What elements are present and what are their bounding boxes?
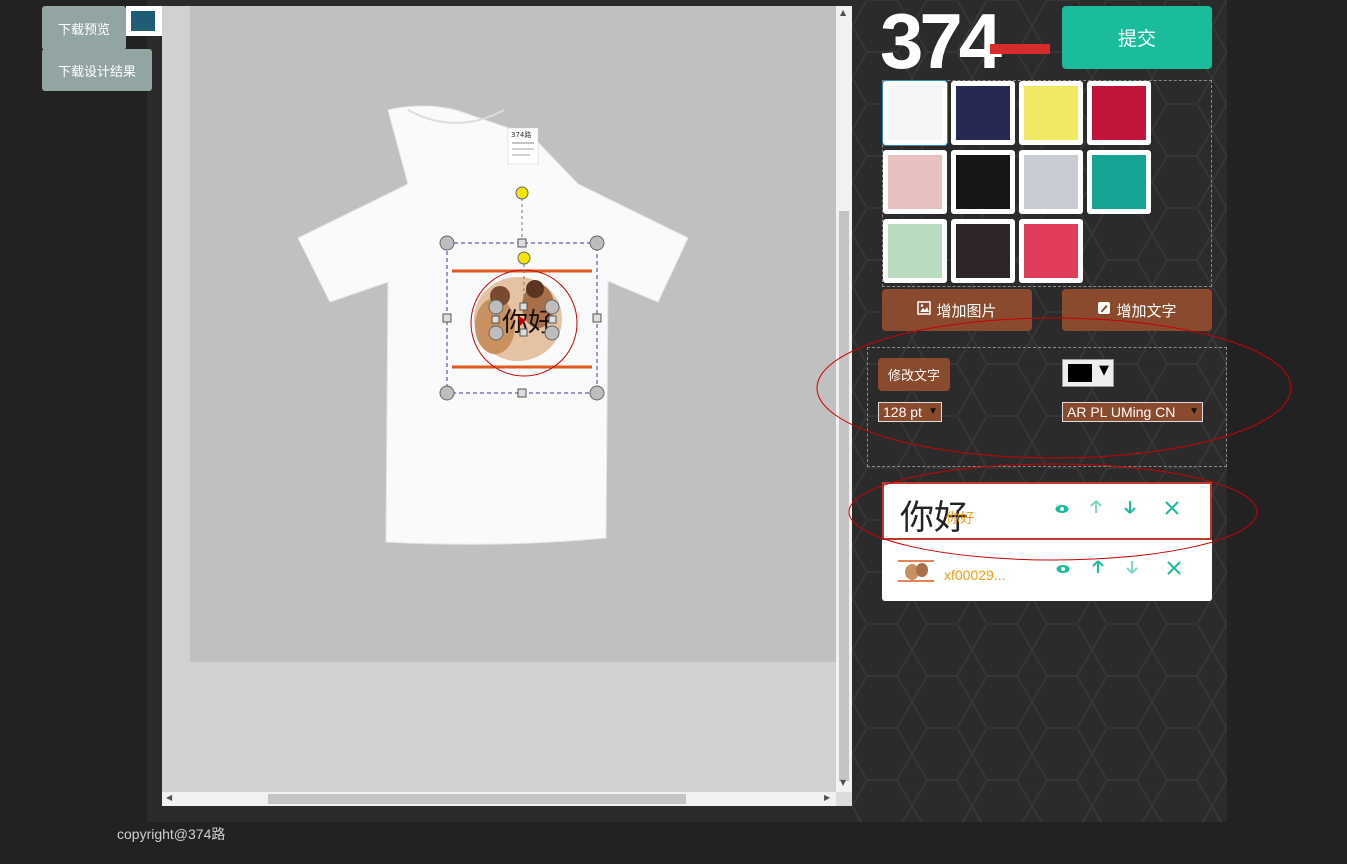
font-family-select[interactable]: AR PL UMing CN ▼ [1062,402,1203,422]
vertical-scroll-thumb[interactable] [839,211,849,781]
scroll-left-arrow-icon[interactable]: ◀ [166,793,172,802]
close-icon[interactable] [1167,561,1181,579]
dropdown-caret-icon: ▼ [928,406,938,417]
add-text-label: 增加文字 [1116,302,1177,320]
color-swatch[interactable] [951,150,1015,214]
download-preview-button[interactable]: 下载预览 [42,6,126,50]
layer-name: 你好 [946,510,974,526]
add-text-button[interactable]: 增加文字 [1062,289,1212,331]
copyright-text: copyright@374路 [117,826,226,842]
color-swatch[interactable] [883,150,947,214]
scroll-up-arrow-icon[interactable]: ▲ [840,8,846,17]
arrow-down-icon[interactable] [1126,560,1138,578]
color-swatch-fill [888,86,942,140]
eye-icon[interactable] [1055,502,1069,518]
arrow-up-icon[interactable] [1090,500,1102,518]
color-swatch-fill [1024,224,1078,278]
rotate-handle [515,186,529,200]
logo: 374 [880,0,1050,74]
color-swatch-fill [956,224,1010,278]
font-size-value: 128 pt [883,404,922,420]
scroll-corner [836,792,852,806]
layer-row-text[interactable]: 你好 你好 [882,482,1212,540]
design-canvas-frame: 374路 你好 ▲ ▼ ◀ ▶ [162,6,852,806]
horizontal-scrollbar[interactable]: ◀ ▶ [162,792,836,806]
arrow-down-icon[interactable] [1124,500,1136,518]
color-swatch-fill [1024,86,1078,140]
color-swatch[interactable] [1087,81,1151,145]
text-color-picker[interactable]: ▼ [1062,359,1114,387]
color-swatch[interactable] [883,219,947,283]
image-icon [917,301,932,319]
color-swatch-fill [1092,86,1146,140]
color-swatch-fill [1092,155,1146,209]
design-canvas[interactable]: 374路 你好 [190,6,836,662]
font-size-select[interactable]: 128 pt ▼ [878,402,942,422]
color-swatch-fill [888,224,942,278]
text-color-swatch [1068,364,1092,382]
shirt-label-text: 374路 [511,130,531,139]
add-image-button[interactable]: 增加图片 [882,289,1032,331]
tshirt-design-svg: 374路 你好 [297,105,689,545]
edit-icon [1097,301,1111,319]
close-icon[interactable] [1165,501,1179,519]
color-swatch[interactable] [1019,150,1083,214]
current-color-chip[interactable] [126,6,162,36]
color-swatch-fill [888,155,942,209]
font-family-value: AR PL UMing CN [1067,404,1176,420]
layer-list: 你好 你好 xf00029... [882,482,1212,601]
layer-name: xf00029... [944,567,1006,583]
color-swatch-fill [1024,155,1078,209]
eye-icon[interactable] [1056,562,1070,578]
download-design-result-button[interactable]: 下载设计结果 [42,49,152,91]
color-swatch[interactable] [883,81,947,145]
dropdown-caret-icon: ▼ [1189,406,1199,417]
add-image-label: 增加图片 [936,302,997,320]
layer-row-image[interactable]: xf00029... [882,544,1212,602]
scroll-down-arrow-icon[interactable]: ▼ [840,778,846,787]
color-swatch[interactable] [1019,81,1083,145]
submit-button[interactable]: 提交 [1062,6,1212,69]
layer-preview-image [898,558,934,584]
arrow-up-icon[interactable] [1092,560,1104,578]
color-swatch[interactable] [1087,150,1151,214]
edit-text-button[interactable]: 修改文字 [878,358,950,391]
current-color-swatch [131,11,155,31]
color-swatch-fill [956,86,1010,140]
logo-text: 374 [880,0,1002,74]
horizontal-scroll-thumb[interactable] [268,794,686,804]
vertical-scrollbar[interactable]: ▲ ▼ [836,6,852,792]
color-swatch[interactable] [951,219,1015,283]
color-swatch[interactable] [1019,219,1083,283]
scroll-right-arrow-icon[interactable]: ▶ [824,793,830,802]
dropdown-caret-icon: ▼ [1099,363,1109,378]
color-swatch[interactable] [951,81,1015,145]
color-swatch-fill [956,155,1010,209]
scale-handle [439,235,455,251]
